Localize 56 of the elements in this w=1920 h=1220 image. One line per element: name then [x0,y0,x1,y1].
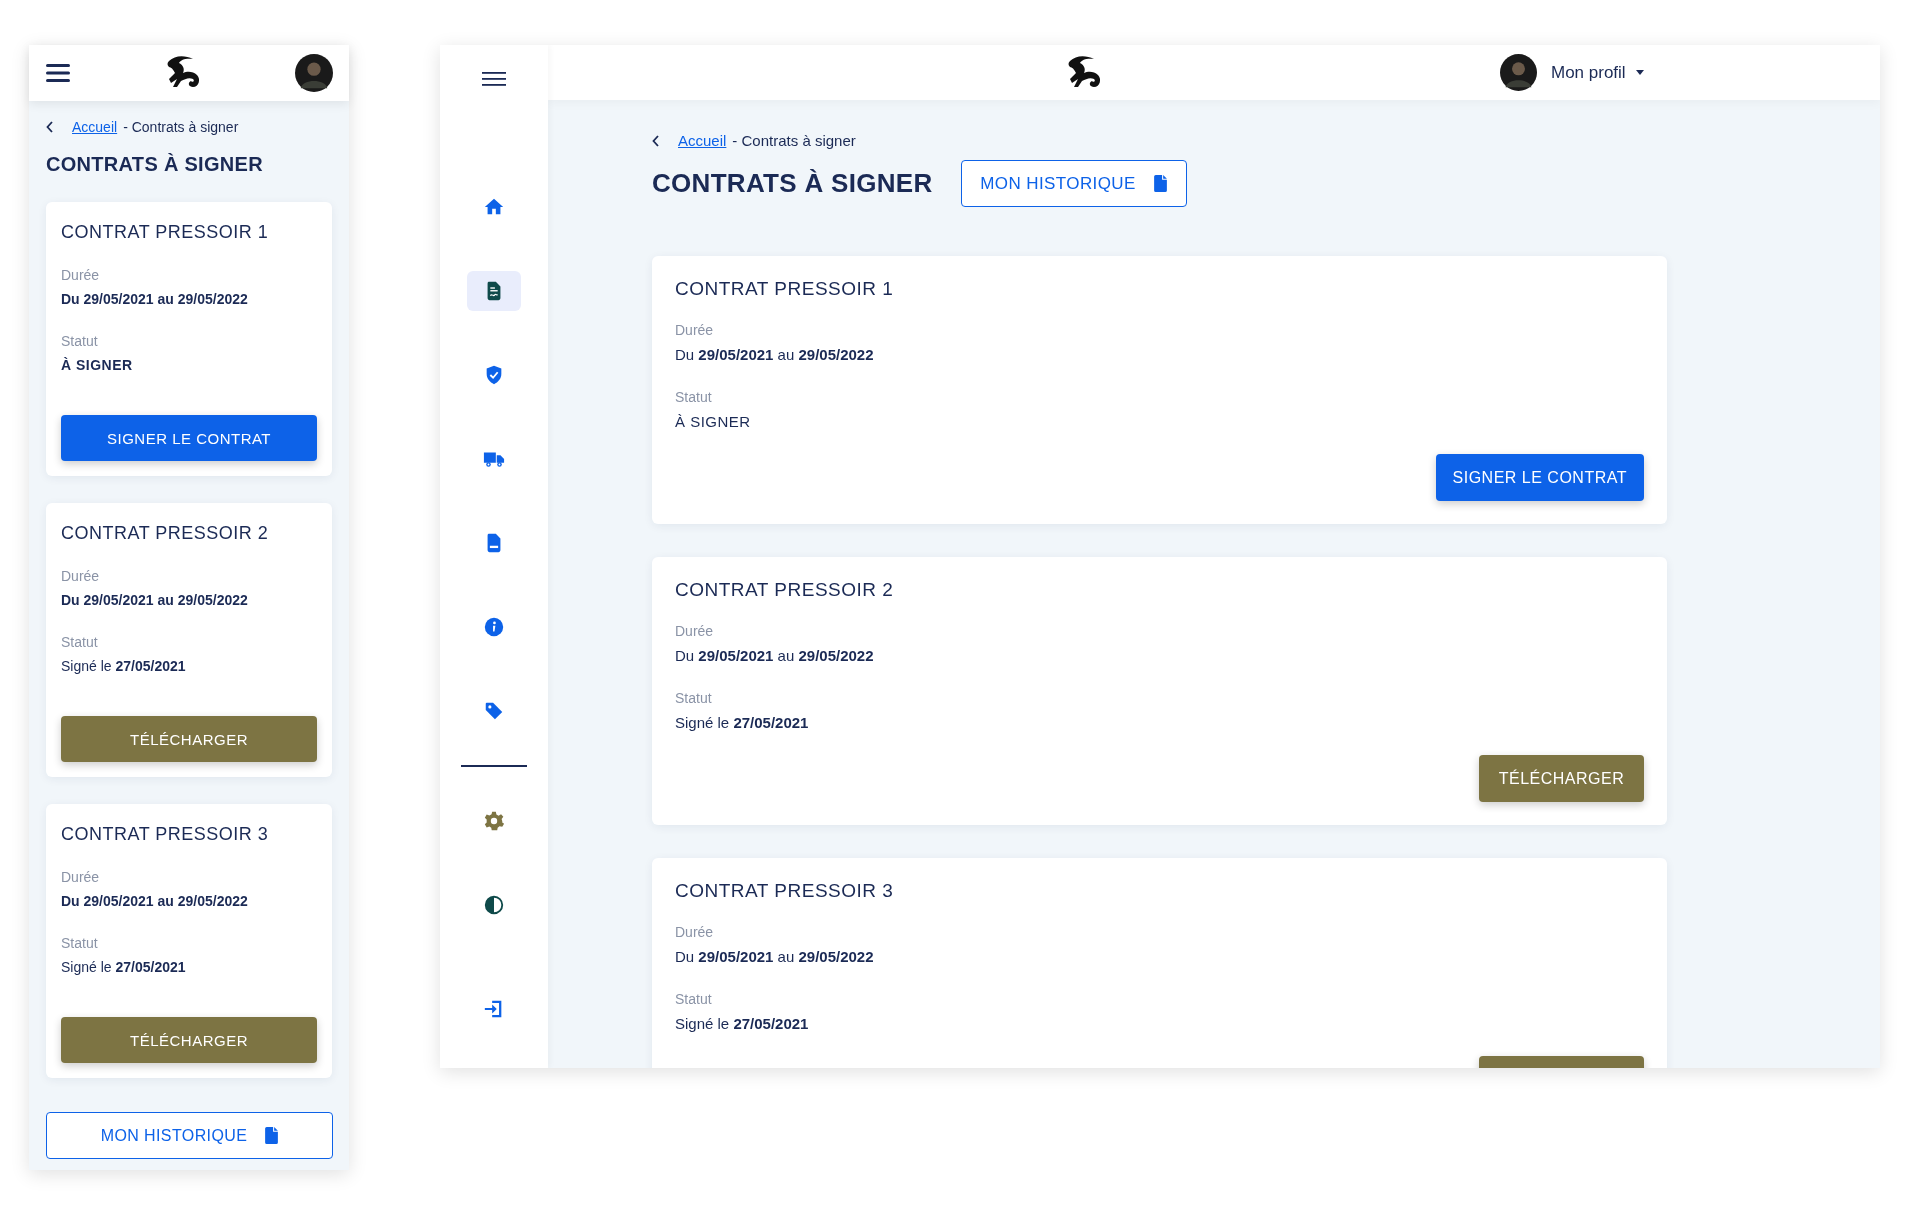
field-label: Statut [675,690,713,706]
status-value: À SIGNER [61,357,134,373]
card-title: CONTRAT PRESSOIR 1 [61,222,270,243]
menu-icon[interactable] [482,72,506,86]
card-title: CONTRAT PRESSOIR 1 [675,278,895,300]
field-label: Durée [675,924,715,940]
menu-icon[interactable] [46,64,70,82]
back-chevron-icon[interactable] [46,121,54,133]
breadcrumb-link[interactable]: Accueil [72,119,118,135]
file-icon [1153,175,1167,192]
card-title: CONTRAT PRESSOIR 2 [61,523,270,544]
history-button[interactable]: MON HISTORIQUE [46,1112,333,1159]
download-button[interactable]: TÉLÉCHARGER [61,716,317,762]
breadcrumb-current: - Contrats à signer [732,132,856,149]
page-title: CONTRATS À SIGNER [652,168,933,199]
tag-icon [483,700,505,722]
field-label: Statut [675,991,713,1007]
status-value: Signé le 27/05/2021 [675,714,810,731]
status-value: Signé le 27/05/2021 [675,1015,810,1032]
status-value: Signé le 27/05/2021 [61,959,187,975]
field-label: Durée [675,322,715,338]
field-value: Du 29/05/2021 au 29/05/2022 [61,893,249,909]
sign-contract-button[interactable]: SIGNER LE CONTRAT [1435,454,1644,501]
field-label: Statut [61,634,99,650]
card-title: CONTRAT PRESSOIR 3 [61,824,270,845]
field-label: Durée [61,568,101,584]
field-value: Du 29/05/2021 au 29/05/2022 [675,948,875,965]
status-value: À SIGNER [675,413,752,430]
breadcrumb-link[interactable]: Accueil [678,132,727,149]
caret-icon [1635,70,1644,75]
field-label: Statut [61,333,99,349]
field-label: Durée [675,623,715,639]
download-button[interactable]: TÉLÉCHARGER [61,1017,317,1063]
file-icon [265,1127,279,1144]
contrast-icon [483,894,505,916]
download-button[interactable]: TÉLÉCHARGER [1479,755,1644,802]
field-value: Du 29/05/2021 au 29/05/2022 [675,647,875,664]
status-value: Signé le 27/05/2021 [61,658,187,674]
info-icon [483,616,505,638]
profile-menu-button[interactable]: Mon profil [1545,61,1650,84]
history-button[interactable]: MON HISTORIQUE [960,160,1187,207]
page-title: CONTRATS À SIGNER [46,153,264,176]
field-label: Durée [61,267,101,283]
field-value: Du 29/05/2021 au 29/05/2022 [61,592,249,608]
field-label: Statut [675,389,713,405]
settings-icon [483,810,505,832]
back-chevron-icon[interactable] [652,134,660,147]
card-title: CONTRAT PRESSOIR 3 [675,880,895,902]
card-title: CONTRAT PRESSOIR 2 [675,579,895,601]
sidebar-item[interactable] [467,271,521,311]
sign-contract-button[interactable]: SIGNER LE CONTRAT [61,415,317,461]
field-label: Durée [61,869,101,885]
field-value: Du 29/05/2021 au 29/05/2022 [675,346,875,363]
field-label: Statut [61,935,99,951]
breadcrumb-current: - Contrats à signer [123,119,239,135]
field-value: Du 29/05/2021 au 29/05/2022 [61,291,249,307]
